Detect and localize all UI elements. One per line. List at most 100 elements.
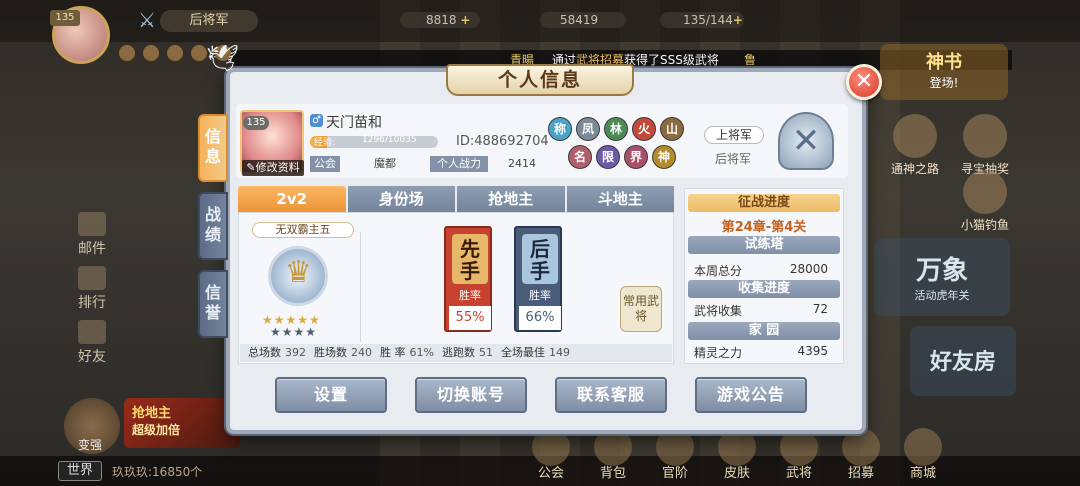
tab-landlord-grab[interactable]: 抢地主	[457, 186, 565, 212]
add-stamina-icon[interactable]: +	[733, 13, 743, 27]
cat-fishing-button[interactable]: 小猫钓鱼	[952, 170, 1018, 233]
campaign-progress-header: 征战进度	[688, 194, 840, 212]
second-hand-label: 后手	[522, 234, 558, 284]
nav-recruit[interactable]: 招募	[830, 428, 892, 481]
profile-level-badge: 135	[243, 116, 269, 130]
promo-banner[interactable]: 抢地主 超级加倍	[124, 398, 240, 448]
friends-icon	[78, 320, 106, 344]
tab-record[interactable]: 战绩	[198, 192, 228, 260]
campaign-chapter: 第24章-第4关	[721, 220, 807, 235]
badge-god-icon[interactable]: 神	[652, 145, 676, 169]
rank-title-chip[interactable]: 后将军	[160, 10, 258, 32]
badge-mountain-icon[interactable]: 山	[660, 117, 684, 141]
get-stronger-label: 变强	[78, 438, 103, 452]
stat-winrate: 胜 率 61%	[380, 346, 434, 359]
stamina-value: 135/144+	[683, 13, 743, 27]
stat-mvp: 全场最佳 149	[500, 346, 570, 359]
announcements-button[interactable]: 游戏公告	[695, 377, 807, 413]
settings-button[interactable]: 设置	[275, 377, 387, 413]
tab-identity[interactable]: 身份场	[347, 186, 455, 212]
nav-guild[interactable]: 公会	[520, 428, 582, 481]
badge-fire-icon[interactable]: 火	[632, 117, 656, 141]
dialog-title: 个人信息	[446, 64, 634, 96]
badge-limit-icon[interactable]: 限	[596, 145, 620, 169]
ranking-button[interactable]: 排行	[60, 264, 124, 318]
exp-value: 1296/10035	[362, 135, 417, 145]
mail-icon	[78, 212, 106, 236]
tab-info[interactable]: 信息	[198, 114, 228, 182]
hero-collect-row: 武将收集 72	[694, 302, 828, 318]
nav-skins[interactable]: 皮肤	[706, 428, 768, 481]
second-hand-rate-label: 胜率	[529, 289, 551, 302]
rank-crest-icon: ✕	[778, 112, 834, 170]
mode-tabs: 2v2 身份场 抢地主 斗地主	[238, 186, 674, 212]
stat-escapes: 逃跑数 51	[441, 346, 493, 359]
first-hand-card: 先手 胜率 55%	[444, 226, 492, 332]
rank-stars-row2: ★★★★	[270, 325, 318, 339]
nav-shop[interactable]: 商城	[892, 428, 954, 481]
mail-button[interactable]: 邮件	[60, 210, 124, 264]
rank-title-pill: 上将军	[704, 126, 764, 144]
player-name: 天门苗和	[326, 115, 382, 131]
trial-tower-header: 试练塔	[688, 236, 840, 254]
add-copper-icon[interactable]: +	[460, 13, 470, 27]
tab-2v2[interactable]: 2v2	[238, 186, 346, 212]
season-title: 无双霸主五	[252, 222, 354, 238]
divider	[360, 232, 361, 342]
stat-wins: 胜场数 240	[314, 346, 372, 359]
shortcut-icon[interactable]	[166, 44, 184, 62]
shortcut-icon[interactable]	[142, 44, 160, 62]
shop-icon	[904, 428, 942, 466]
player-id: ID:488692704	[456, 134, 549, 149]
nav-bag[interactable]: 背包	[582, 428, 644, 481]
power-label: 个人战力	[430, 156, 488, 172]
badge-title-icon[interactable]: 称	[548, 117, 572, 141]
tab-reputation[interactable]: 信誉	[198, 270, 228, 338]
weekly-score-row: 本周总分 28000	[694, 262, 828, 278]
copper-value: 8818 +	[426, 13, 471, 27]
shen-book-banner[interactable]: 神书 登场!	[880, 44, 1008, 100]
broadcast-hero: 鲁	[744, 53, 757, 67]
common-hero-button[interactable]: 常用武将	[620, 286, 662, 332]
world-chat-button[interactable]: 世界	[58, 461, 102, 481]
treasure-draw-button[interactable]: 寻宝抽奖	[952, 114, 1018, 177]
badge-realm-icon[interactable]: 界	[624, 145, 648, 169]
season-rank-medal-icon	[268, 246, 328, 306]
male-gender-icon: ♂	[310, 114, 323, 127]
contact-support-button[interactable]: 联系客服	[555, 377, 667, 413]
spirit-power-row: 精灵之力 4395	[694, 344, 828, 360]
tab-landlord-fight[interactable]: 斗地主	[566, 186, 674, 212]
first-hand-rate: 55%	[449, 306, 491, 330]
tongshen-road-button[interactable]: 通神之路	[882, 114, 948, 177]
cat-icon	[963, 170, 1007, 214]
nav-heroes[interactable]: 武将	[768, 428, 830, 481]
second-hand-card: 后手 胜率 66%	[514, 226, 562, 332]
wanxiang-tile[interactable]: 万象 活动虎年关	[874, 238, 1010, 316]
dialog-title-plate: 个人信息	[446, 64, 634, 100]
home-header: 家 园	[688, 322, 840, 340]
shortcut-icon[interactable]	[118, 44, 136, 62]
rank-current: 后将军	[715, 152, 752, 166]
ranking-icon	[78, 266, 106, 290]
friends-button[interactable]: 好友	[60, 318, 124, 372]
friend-room-tile[interactable]: 好友房	[910, 326, 1016, 396]
badge-forest-icon[interactable]: 林	[604, 117, 628, 141]
close-button[interactable]: ✕	[846, 64, 882, 100]
stats-summary-row: 总场数 392 胜场数 240 胜 率 61% 逃跑数 51 全场最佳 149	[240, 344, 672, 362]
power-value: 2414	[508, 157, 536, 170]
treasure-icon	[963, 114, 1007, 158]
bottom-nav: 公会 背包 官阶 皮肤 武将 招募 商城	[520, 428, 954, 481]
switch-account-button[interactable]: 切换账号	[415, 377, 527, 413]
tongshen-icon	[893, 114, 937, 158]
first-hand-label: 先手	[452, 234, 488, 284]
badge-fame-icon[interactable]: 名	[568, 145, 592, 169]
nav-rank[interactable]: 官阶	[644, 428, 706, 481]
badge-phoenix-icon[interactable]: 凤	[576, 117, 600, 141]
edit-profile-button[interactable]: ✎修改资料	[242, 160, 304, 176]
stat-total: 总场数 392	[248, 346, 306, 359]
chat-preview[interactable]: 玖玖玖:16850个	[112, 463, 202, 480]
right-activity-column: 神书 登场! 通神之路 寻宝抽奖 小猫钓鱼 万象 活动虎年关 好友房	[874, 44, 1080, 444]
second-hand-rate: 66%	[519, 306, 561, 330]
exp-label: 经验:	[314, 138, 336, 148]
guild-value: 魔都	[374, 157, 396, 170]
